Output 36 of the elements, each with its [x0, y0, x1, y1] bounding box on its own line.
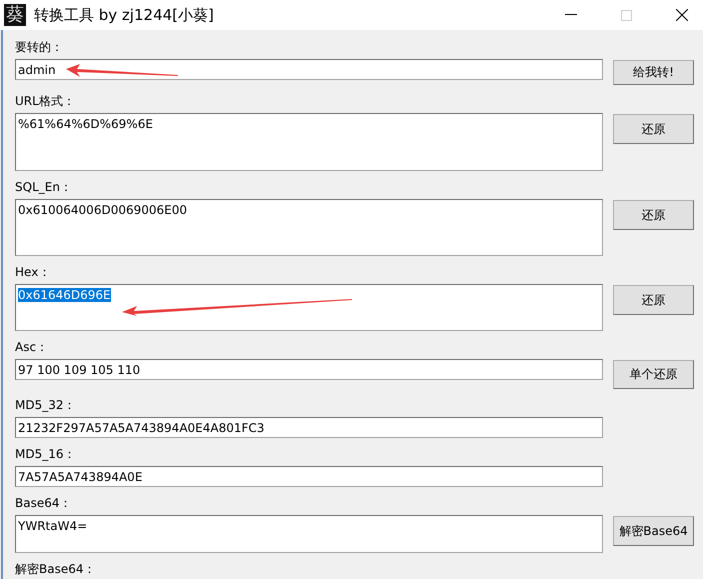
field-value: 0x61646D696E — [18, 288, 111, 302]
field-value: 97 100 109 105 110 — [18, 363, 140, 377]
field-value: admin — [18, 63, 56, 77]
field-label: Base64： — [15, 495, 72, 512]
text-field[interactable]: 21232F297A57A5A743894A0E4A801FC3 — [15, 417, 603, 438]
field-value: 0x610064006D0069006E00 — [18, 203, 187, 217]
action-button[interactable]: 单个还原 — [613, 360, 694, 389]
field-label: 要转的： — [15, 39, 64, 56]
text-field[interactable]: 0x61646D696E — [15, 284, 603, 331]
field-value: YWRtaW4= — [18, 519, 88, 533]
close-icon[interactable] — [676, 9, 688, 21]
field-label: MD5_32： — [15, 397, 76, 414]
field-label: MD5_16： — [15, 446, 76, 463]
text-field[interactable]: 97 100 109 105 110 — [15, 359, 603, 380]
maximize-icon — [621, 10, 632, 20]
text-field[interactable]: 7A57A5A743894A0E — [15, 466, 603, 487]
action-button[interactable]: 还原 — [613, 200, 694, 230]
action-button[interactable]: 还原 — [613, 285, 694, 315]
text-field[interactable]: YWRtaW4= — [15, 515, 603, 553]
field-value: 21232F297A57A5A743894A0E4A801FC3 — [18, 421, 264, 435]
action-button[interactable]: 解密Base64 — [613, 516, 694, 546]
action-button[interactable]: 还原 — [613, 114, 694, 144]
field-label: SQL_En： — [15, 179, 73, 196]
field-label: Asc： — [15, 339, 50, 356]
field-value: 7A57A5A743894A0E — [18, 470, 142, 484]
text-field[interactable]: admin — [15, 59, 603, 80]
window-title: 转换工具 by zj1244[小葵] — [34, 6, 214, 24]
text-field[interactable]: 0x610064006D0069006E00 — [15, 199, 603, 256]
field-value: %61%64%6D%69%6E — [18, 117, 153, 131]
field-label: Hex： — [15, 264, 52, 281]
app-icon: 葵 — [4, 4, 26, 26]
minimize-icon[interactable] — [565, 14, 577, 16]
text-field[interactable]: %61%64%6D%69%6E — [15, 113, 603, 171]
field-label: 解密Base64： — [15, 561, 96, 578]
action-button[interactable]: 给我转! — [613, 60, 694, 85]
field-label: URL格式： — [15, 93, 76, 110]
